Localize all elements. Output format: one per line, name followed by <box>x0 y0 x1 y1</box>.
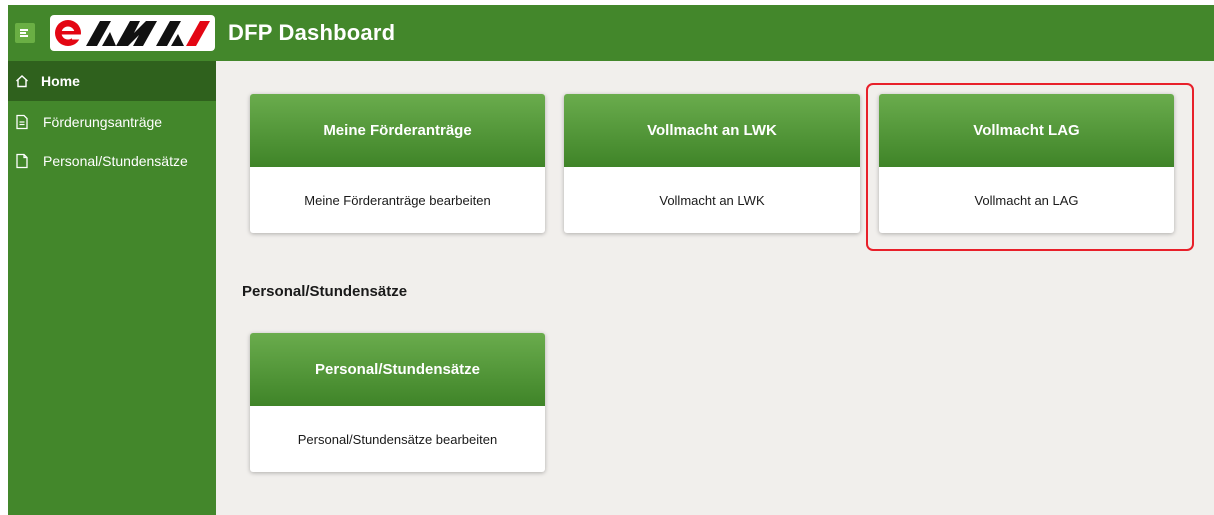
document-icon <box>15 114 29 130</box>
card-title: Meine Förderanträge <box>250 94 545 167</box>
card-description: Vollmacht an LWK <box>659 192 765 208</box>
card-vollmacht-lwk[interactable]: Vollmacht an LWK Vollmacht an LWK <box>564 94 860 233</box>
sidebar-item-foerderungsantraege[interactable]: Förderungsanträge <box>8 102 216 142</box>
menu-toggle-button[interactable] <box>15 23 35 43</box>
sidebar-item-personal-stundensaetze[interactable]: Personal/Stundensätze <box>8 141 216 181</box>
card-title: Personal/Stundensätze <box>250 333 545 406</box>
sidebar: Home Förderungsanträge Personal/Stundens… <box>8 61 216 515</box>
card-title: Vollmacht an LWK <box>564 94 860 167</box>
section-title: Personal/Stundensätze <box>242 283 408 300</box>
card-description: Meine Förderanträge bearbeiten <box>304 192 491 208</box>
card-personal-stundensaetze[interactable]: Personal/Stundensätze Personal/Stundensä… <box>250 333 545 472</box>
card-description: Personal/Stundensätze bearbeiten <box>297 431 498 447</box>
sidebar-item-label: Home <box>41 73 80 89</box>
card-meine-foerderantraege[interactable]: Meine Förderanträge Meine Förderanträge … <box>250 94 545 233</box>
top-bar: DFP Dashboard <box>8 5 1214 61</box>
highlight-box <box>866 83 1194 251</box>
hamburger-icon <box>20 29 28 31</box>
eama-logo[interactable] <box>50 15 215 51</box>
dashboard-main: Meine Förderanträge Meine Förderanträge … <box>216 61 1214 515</box>
app-title: DFP Dashboard <box>228 20 396 45</box>
file-icon <box>15 153 29 169</box>
hamburger-icon-line <box>20 35 28 37</box>
sidebar-item-home[interactable]: Home <box>8 61 216 101</box>
home-icon <box>15 73 29 89</box>
sidebar-item-label: Personal/Stundensätze <box>43 153 188 169</box>
hamburger-icon-line <box>20 32 26 34</box>
sidebar-item-label: Förderungsanträge <box>43 114 163 130</box>
